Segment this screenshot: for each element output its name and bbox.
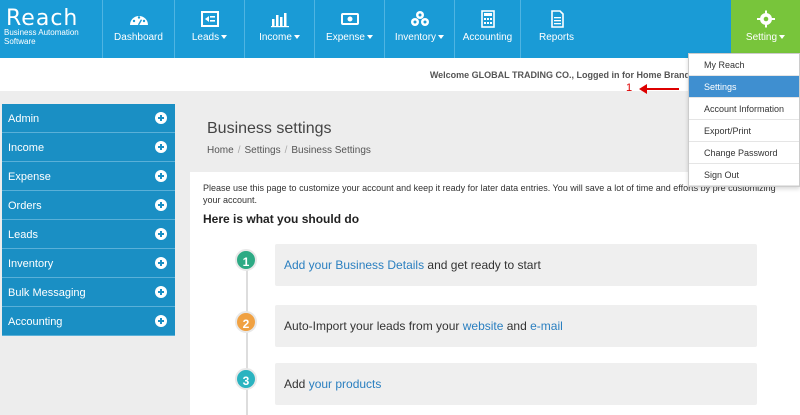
dashboard-gauge-icon [129, 16, 148, 26]
leads-icon [200, 11, 219, 27]
step-number-badge: 1 [235, 249, 257, 271]
step-number-badge: 3 [235, 368, 257, 390]
nav-dashboard[interactable]: Dashboard [102, 0, 174, 58]
inventory-cubes-icon [410, 11, 429, 26]
nav-setting[interactable]: Setting [731, 0, 800, 58]
howto-heading: Here is what you should do [203, 212, 360, 226]
step-1-box: Add your Business Details and get ready … [275, 244, 757, 286]
step-text: and [503, 319, 531, 333]
nav-inventory[interactable]: Inventory [384, 0, 454, 58]
page-title: Business settings [207, 120, 332, 137]
report-document-icon [550, 10, 564, 28]
breadcrumb: Home / Settings / Business Settings [207, 145, 371, 156]
breadcrumb-separator: / [237, 145, 241, 156]
step-number-badge: 2 [235, 311, 257, 333]
sidebar: Admin Income Expense Orders Leads Invent… [2, 104, 175, 336]
income-chart-icon [270, 13, 289, 28]
sidebar-item-accounting[interactable]: Accounting [2, 307, 175, 336]
step-number: 3 [242, 374, 250, 388]
plus-circle-icon[interactable] [155, 199, 167, 211]
setting-dropdown-menu: My Reach Settings Account Information Ex… [688, 53, 800, 187]
sidebar-item-label: Inventory [8, 258, 54, 270]
sidebar-item-leads[interactable]: Leads [2, 220, 175, 249]
annotation-arrow-icon [639, 84, 679, 94]
step-number: 2 [242, 317, 250, 331]
sidebar-item-admin[interactable]: Admin [2, 104, 175, 133]
nav-label: Accounting [462, 32, 513, 43]
menu-item-change-password[interactable]: Change Password [689, 142, 799, 164]
sidebar-item-expense[interactable]: Expense [2, 162, 175, 191]
nav-leads[interactable]: Leads [174, 0, 244, 58]
caret-down-icon [293, 35, 300, 40]
caret-down-icon [366, 35, 373, 40]
email-link[interactable]: e-mail [530, 319, 563, 333]
nav-accounting[interactable]: Accounting [454, 0, 520, 58]
nav-reports[interactable]: Reports [520, 0, 592, 58]
timeline-line [246, 260, 248, 415]
nav-label: Dashboard [114, 32, 163, 43]
breadcrumb-home[interactable]: Home [207, 145, 234, 156]
step-text: Add [284, 377, 309, 391]
plus-circle-icon[interactable] [155, 141, 167, 153]
sidebar-item-income[interactable]: Income [2, 133, 175, 162]
plus-circle-icon[interactable] [155, 257, 167, 269]
caret-down-icon [221, 35, 228, 40]
menu-item-my-reach[interactable]: My Reach [689, 54, 799, 76]
plus-circle-icon[interactable] [155, 112, 167, 124]
content-panel: Please use this page to customize your a… [190, 172, 800, 415]
sidebar-item-inventory[interactable]: Inventory [2, 249, 175, 278]
step-3-box: Add your products [275, 363, 757, 405]
website-link[interactable]: website [463, 319, 504, 333]
top-navbar: Reach Business Automation Software Dashb… [0, 0, 800, 58]
menu-item-sign-out[interactable]: Sign Out [689, 164, 799, 186]
breadcrumb-separator: / [284, 145, 288, 156]
menu-item-account-information[interactable]: Account Information [689, 98, 799, 120]
menu-item-settings[interactable]: Settings [689, 76, 799, 98]
sidebar-item-label: Expense [8, 171, 51, 183]
nav-label: Income [259, 32, 292, 43]
gear-icon [756, 10, 775, 28]
plus-circle-icon[interactable] [155, 286, 167, 298]
plus-circle-icon[interactable] [155, 170, 167, 182]
menu-item-export-print[interactable]: Export/Print [689, 120, 799, 142]
caret-down-icon [779, 35, 786, 40]
brand-tagline: Business Automation Software [4, 28, 79, 46]
plus-circle-icon[interactable] [155, 315, 167, 327]
business-details-link[interactable]: Add your Business Details [284, 258, 424, 272]
step-text: and get ready to start [424, 258, 541, 272]
breadcrumb-current: Business Settings [291, 145, 371, 156]
annotation-label: 1 [626, 82, 633, 94]
brand-logo[interactable]: Reach Business Automation Software [0, 0, 102, 58]
step-2-box: Auto-Import your leads from your website… [275, 305, 757, 347]
sidebar-item-orders[interactable]: Orders [2, 191, 175, 220]
sidebar-item-label: Leads [8, 229, 38, 241]
nav-label: Setting [745, 32, 778, 43]
nav-label: Leads [191, 32, 220, 43]
products-link[interactable]: your products [309, 377, 382, 391]
expense-money-icon [340, 13, 359, 25]
nav-expense[interactable]: Expense [314, 0, 384, 58]
caret-down-icon [438, 35, 445, 40]
nav-income[interactable]: Income [244, 0, 314, 58]
nav-label: Expense [326, 32, 365, 43]
plus-circle-icon[interactable] [155, 228, 167, 240]
breadcrumb-settings[interactable]: Settings [244, 145, 280, 156]
welcome-text: Welcome GLOBAL TRADING CO., Logged in fo… [429, 70, 690, 80]
sidebar-item-label: Income [8, 142, 45, 154]
calculator-icon [480, 10, 495, 28]
step-number: 1 [242, 255, 250, 269]
sidebar-item-bulk-messaging[interactable]: Bulk Messaging [2, 278, 175, 307]
sidebar-item-label: Accounting [8, 316, 63, 328]
sidebar-item-label: Orders [8, 200, 42, 212]
welcome-bar: Welcome GLOBAL TRADING CO., Logged in fo… [0, 58, 800, 91]
sidebar-item-label: Bulk Messaging [8, 287, 86, 299]
nav-label: Inventory [394, 32, 437, 43]
sidebar-item-label: Admin [8, 113, 40, 125]
step-text: Auto-Import your leads from your [284, 319, 463, 333]
nav-label: Reports [538, 32, 574, 43]
